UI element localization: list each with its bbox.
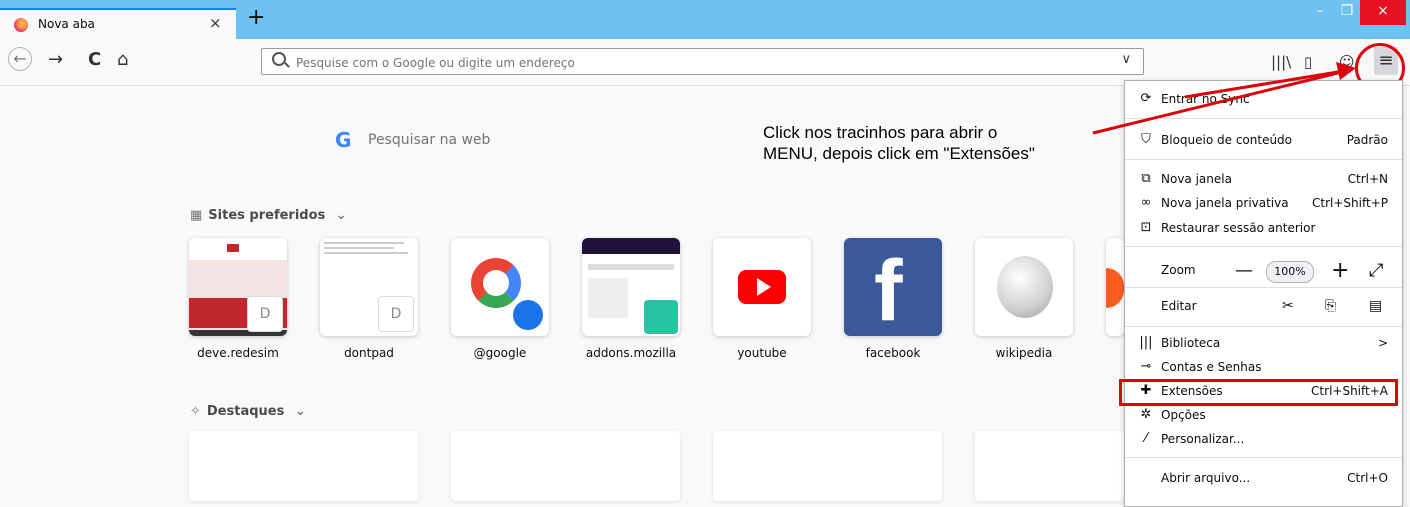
search-icon <box>272 52 286 66</box>
zoom-label: Zoom <box>1161 263 1196 277</box>
private-mask-icon: ∞ <box>1140 195 1152 210</box>
menu-item-logins[interactable]: ⊸ Contas e Senhas <box>1125 355 1402 379</box>
tile-facebook[interactable]: f <box>844 238 942 336</box>
site-favicon: D <box>378 296 414 332</box>
app-menu-panel: ⟳ Entrar no Sync ⛉ Bloqueio de conteúdo … <box>1124 80 1403 507</box>
tile-label: wikipedia <box>995 346 1053 360</box>
menu-item-open-file[interactable]: Abrir arquivo... Ctrl+O <box>1125 466 1402 490</box>
back-button[interactable]: ← <box>8 47 32 71</box>
fullscreen-button[interactable]: ⤢ <box>1369 260 1383 282</box>
tile-label: youtube <box>737 346 787 360</box>
tile-label: deve.redesim <box>197 346 279 360</box>
google-icon: G <box>335 128 352 152</box>
chevron-down-icon: ⌄ <box>294 404 306 419</box>
chevron-right-icon: > <box>1377 336 1388 350</box>
tile-label: facebook <box>865 346 921 360</box>
annotation-text: Click nos tracinhos para abrir o MENU, d… <box>763 122 1103 164</box>
highlight-card[interactable] <box>451 431 680 501</box>
tile-wikipedia[interactable] <box>975 238 1073 336</box>
menu-item-restore-session[interactable]: ⊡ Restaurar sessão anterior <box>1125 216 1402 240</box>
tile-label: @google <box>473 346 527 360</box>
sync-icon: ⟳ <box>1140 91 1152 106</box>
url-bar[interactable]: ∨ <box>261 48 1144 75</box>
highlight-card[interactable] <box>975 431 1124 501</box>
new-window-icon: ⧉ <box>1141 171 1151 186</box>
account-icon[interactable]: ☺ <box>1339 53 1355 71</box>
highlights-icon: ✧ <box>190 404 201 419</box>
tile-addons-mozilla[interactable] <box>582 238 680 336</box>
highlights-title[interactable]: ✧ Destaques ⌄ <box>190 404 306 419</box>
menu-item-new-window[interactable]: ⧉ Nova janela Ctrl+N <box>1125 167 1402 191</box>
paste-icon[interactable]: ▤ <box>1369 291 1382 321</box>
minimize-button[interactable]: – <box>1305 0 1335 25</box>
shield-icon: ⛉ <box>1141 132 1151 147</box>
annotation-line-2: MENU, depois click em "Extensões" <box>763 144 1035 163</box>
sidebar-icon[interactable]: ▯ <box>1304 53 1312 71</box>
highlight-card[interactable] <box>713 431 942 501</box>
web-search-placeholder: Pesquisar na web <box>368 132 491 148</box>
menu-item-options[interactable]: ✲ Opções <box>1125 403 1402 427</box>
google-logo-icon <box>471 258 521 308</box>
tab-nova-aba[interactable]: Nova aba × <box>0 8 236 39</box>
tile-partial[interactable] <box>1106 238 1124 336</box>
annotation-highlight-box <box>1119 379 1398 406</box>
url-input[interactable] <box>294 52 1098 73</box>
site-favicon: D <box>247 296 283 332</box>
close-window-button[interactable]: × <box>1360 0 1406 25</box>
top-sites-title[interactable]: ▦ Sites preferidos ⌄ <box>190 208 347 223</box>
chevron-down-icon: ⌄ <box>335 208 347 223</box>
search-icon <box>513 300 543 330</box>
menu-item-content-blocking[interactable]: ⛉ Bloqueio de conteúdo Padrão <box>1125 128 1402 152</box>
forward-button[interactable]: → <box>48 50 63 70</box>
tile-label: dontpad <box>344 346 394 360</box>
library-icon: ||| <box>1139 335 1153 350</box>
navigation-bar: ← → C ⌂ ∨ |||\ ▯ ☺ ≡ <box>0 39 1410 86</box>
key-icon: ⊸ <box>1140 359 1152 374</box>
annotation-line-1: Click nos tracinhos para abrir o <box>763 123 998 142</box>
grid-icon: ▦ <box>190 208 203 223</box>
tab-title: Nova aba <box>38 17 95 31</box>
menu-item-sync[interactable]: ⟳ Entrar no Sync <box>1125 87 1402 111</box>
paintbrush-icon: ⁄ <box>1144 431 1148 446</box>
cut-icon[interactable]: ✂ <box>1282 291 1294 321</box>
home-button[interactable]: ⌂ <box>117 50 128 70</box>
new-tab-button[interactable]: + <box>247 7 265 29</box>
reload-button[interactable]: C <box>88 50 101 70</box>
close-tab-icon[interactable]: × <box>209 14 222 32</box>
library-icon[interactable]: |||\ <box>1271 53 1291 71</box>
restore-button[interactable]: ❐ <box>1332 0 1362 25</box>
puzzle-icon <box>644 300 678 334</box>
wikipedia-globe-icon <box>997 256 1053 318</box>
title-bar: Nova aba × + – ❐ × <box>0 0 1410 39</box>
zoom-controls: Zoom — 100% + ⤢ <box>1125 257 1402 287</box>
menu-item-library[interactable]: ||| Biblioteca > <box>1125 331 1402 355</box>
zoom-out-button[interactable]: — <box>1235 260 1253 282</box>
facebook-icon: f <box>874 243 903 336</box>
zoom-reset-button[interactable]: 100% <box>1266 261 1314 283</box>
zoom-in-button[interactable]: + <box>1331 260 1349 282</box>
tile-google[interactable] <box>451 238 549 336</box>
copy-icon[interactable]: ⎘ <box>1325 291 1336 321</box>
tile-deve-redesim[interactable]: D <box>189 238 287 336</box>
tile-label: addons.mozilla <box>585 346 677 360</box>
chevron-down-icon[interactable]: ∨ <box>1121 52 1131 67</box>
tile-youtube[interactable] <box>713 238 811 336</box>
menu-item-customize[interactable]: ⁄ Personalizar... <box>1125 427 1402 451</box>
gear-icon: ✲ <box>1140 407 1152 422</box>
firefox-icon <box>14 18 28 32</box>
menu-item-edit: Editar ✂ ⎘ ▤ <box>1125 291 1402 321</box>
highlight-card[interactable] <box>189 431 418 501</box>
menu-item-private-window[interactable]: ∞ Nova janela privativa Ctrl+Shift+P <box>1125 191 1402 215</box>
tile-dontpad[interactable]: D <box>320 238 418 336</box>
restore-session-icon: ⊡ <box>1140 220 1152 235</box>
